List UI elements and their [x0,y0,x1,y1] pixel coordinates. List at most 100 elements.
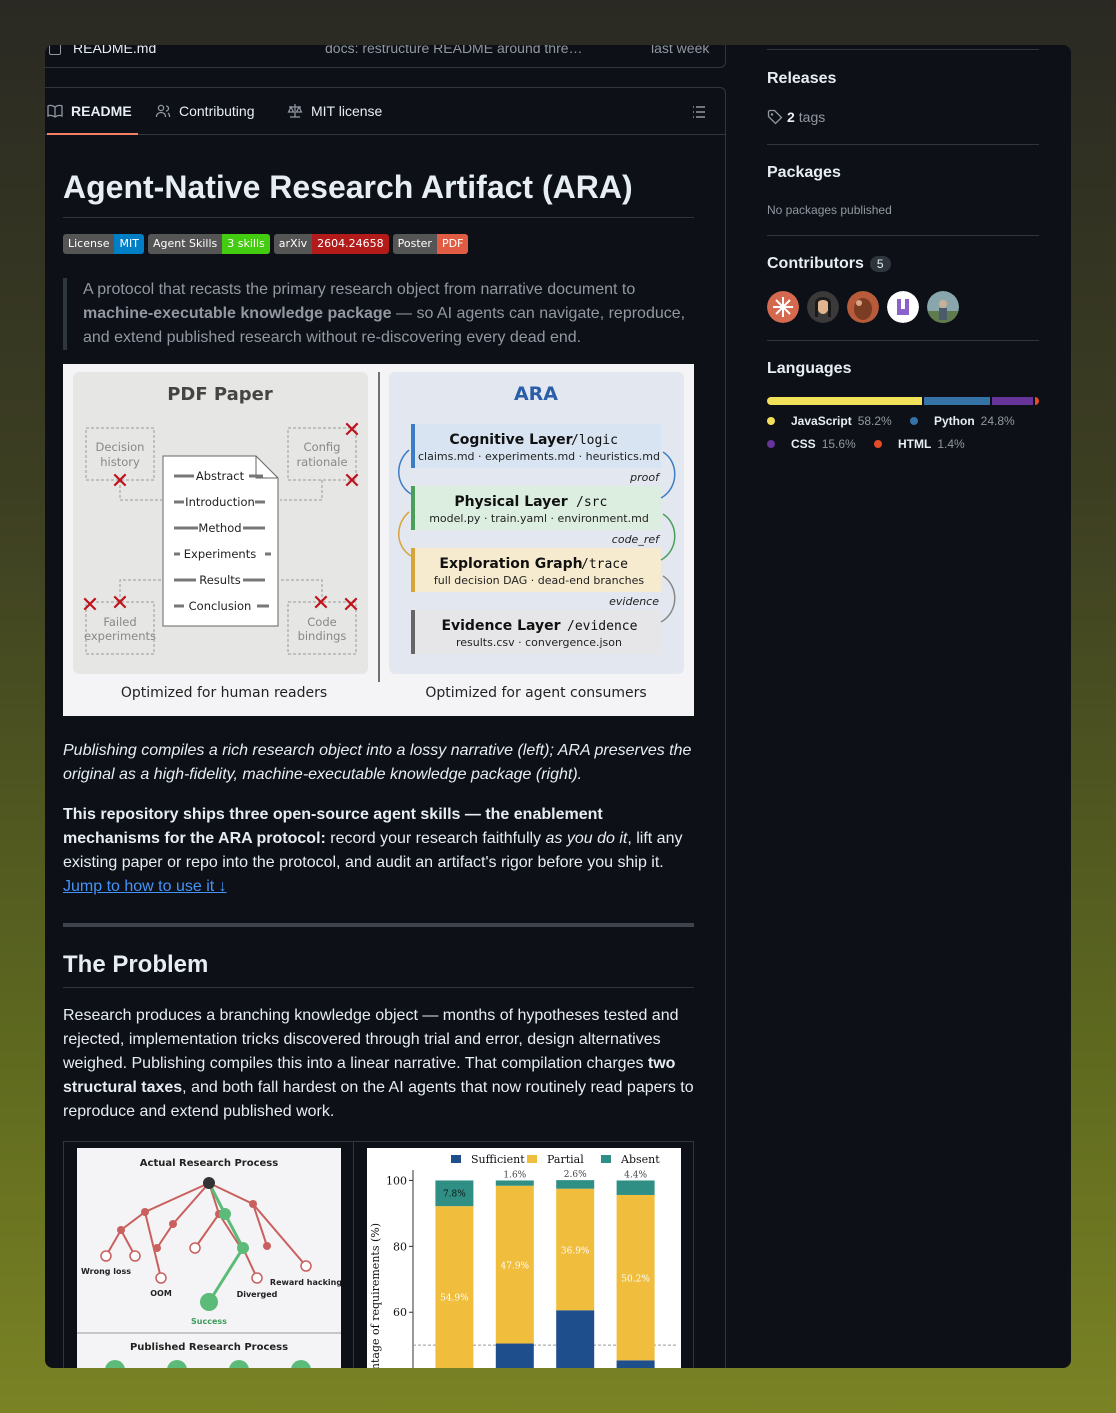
language-name: CSS [791,437,816,451]
legend-swatch [451,1155,461,1163]
layer-path: /trace [581,557,628,572]
commit-date: last week [651,45,710,56]
releases-heading[interactable]: Releases [767,70,836,88]
language-bar [767,397,1039,405]
language-name: Python [934,414,975,428]
language-pct: 58.2% [857,414,892,428]
tab-contributing[interactable]: Contributing [155,103,255,119]
ara-overview-figure: PDF Paper ARA Decision history Config rati… [63,364,694,716]
language-pct: 1.4% [937,437,965,451]
avatar[interactable] [847,291,879,323]
packages-heading[interactable]: Packages [767,164,841,182]
figure-right-title: ARA [514,383,558,405]
language-css[interactable]: CSS 15.6% [767,437,856,451]
y-axis-label: Percentage of requirements (%) [369,1223,382,1368]
bar-value-label: 2.6% [564,1170,587,1180]
doc-item: Method [198,521,241,535]
badge-license[interactable]: License MIT [63,234,144,254]
problem-paragraph: Research produces a branching knowledge … [63,1004,694,1124]
badge-row: License MIT Agent Skills 3 skills arXiv 260… [63,234,469,254]
language-javascript[interactable]: JavaScript 58.2% [767,414,892,428]
problem-text: Research produces a branching knowledge … [63,1007,679,1072]
svg-text:✕: ✕ [81,593,99,618]
published-title: Published Research Process [130,1342,288,1353]
language-python[interactable]: Python 24.8% [910,414,1015,428]
edge-label: evidence [609,595,659,608]
bar-segment [495,1180,534,1186]
svg-text:✕: ✕ [111,591,129,616]
badge-value: PDF [436,234,469,254]
file-name[interactable]: README.md [73,45,156,56]
tags-link[interactable]: 2 tags [767,109,825,125]
layer-path: /evidence [567,619,638,634]
branch-label: Wrong loss [81,1267,131,1276]
layer-name: Evidence Layer [441,618,560,634]
book-icon [47,104,63,118]
bar-value-label: 47.9% [501,1262,530,1272]
language-pct: 15.6% [821,437,856,451]
contributors-heading[interactable]: Contributors 5 [767,255,891,273]
jump-link[interactable]: Jump to how to use it ↓ [63,878,227,895]
doc-item: Experiments [184,547,256,561]
commit-message[interactable]: docs: restructure README around thre… [325,45,583,56]
doc-item: Conclusion [189,599,252,613]
badge-label: Poster [392,234,437,254]
language-html[interactable]: HTML 1.4% [874,437,965,451]
problem-heading: The Problem [63,951,209,978]
bar-segment [616,1180,655,1195]
bar-value-label: 36.9% [561,1246,590,1256]
avatar[interactable] [767,291,799,323]
badge-label: License [63,234,115,254]
language-dot [767,440,775,448]
svg-text:Config: Config [304,440,341,454]
layer-name: Exploration Graph [439,556,582,572]
svg-text:bindings: bindings [298,629,347,643]
language-dot [767,417,775,425]
edge-label: code_ref [612,533,661,546]
svg-text:✕: ✕ [342,593,360,618]
svg-text:experiments: experiments [84,629,156,643]
readme-panel: README Contributing MIT license Agent-Na… [45,87,726,1368]
readme-tabs: README Contributing MIT license [45,88,725,135]
divider [767,235,1039,236]
svg-text:✕: ✕ [343,469,361,494]
requirements-chart: SufficientPartialAbsent10080604020Percen… [367,1148,681,1368]
avatar[interactable] [887,291,919,323]
file-row-readme[interactable]: README.md docs: restructure README aroun… [45,45,726,63]
bar-segment [616,1360,655,1368]
divider [767,144,1039,145]
layer-name: Cognitive Layer [449,432,572,448]
badge-poster[interactable]: Poster PDF [392,234,469,254]
svg-text:✕: ✕ [343,418,361,443]
figure-caption: Publishing compiles a rich research obje… [63,742,692,783]
avatar[interactable] [807,291,839,323]
legend-swatch [601,1155,611,1163]
svg-text:Code: Code [307,615,336,629]
right-caption: Optimized for agent consumers [425,685,646,701]
intro-emphasis: as you do it [545,830,628,847]
badge-label: Agent Skills [147,234,223,254]
language-bar-segment [923,397,990,405]
list-icon[interactable] [691,104,707,120]
left-caption: Optimized for human readers [121,685,327,701]
figure-left-title: PDF Paper [167,384,273,405]
tab-readme[interactable]: README [47,103,138,135]
layer-files: full decision DAG · dead-end branches [434,574,645,587]
language-bar-segment [1035,397,1039,405]
quote-text: A protocol that recasts the primary rese… [83,281,636,298]
legend-label: Sufficient [471,1153,525,1166]
svg-text:history: history [100,455,140,469]
svg-text:rationale: rationale [296,455,347,469]
badge-skills[interactable]: Agent Skills 3 skills [147,234,270,254]
tab-label: Contributing [179,103,255,119]
badge-arxiv[interactable]: arXiv 2604.24658 [273,234,389,254]
bar-segment [556,1180,595,1189]
badge-value: MIT [114,234,144,254]
bar-value-label: 4.4% [624,1170,647,1180]
legend-label: Partial [547,1153,584,1166]
svg-text:Failed: Failed [103,615,136,629]
doc-item: Results [199,573,241,587]
law-icon [287,104,303,118]
avatar[interactable] [927,291,959,323]
tab-license[interactable]: MIT license [287,103,382,119]
